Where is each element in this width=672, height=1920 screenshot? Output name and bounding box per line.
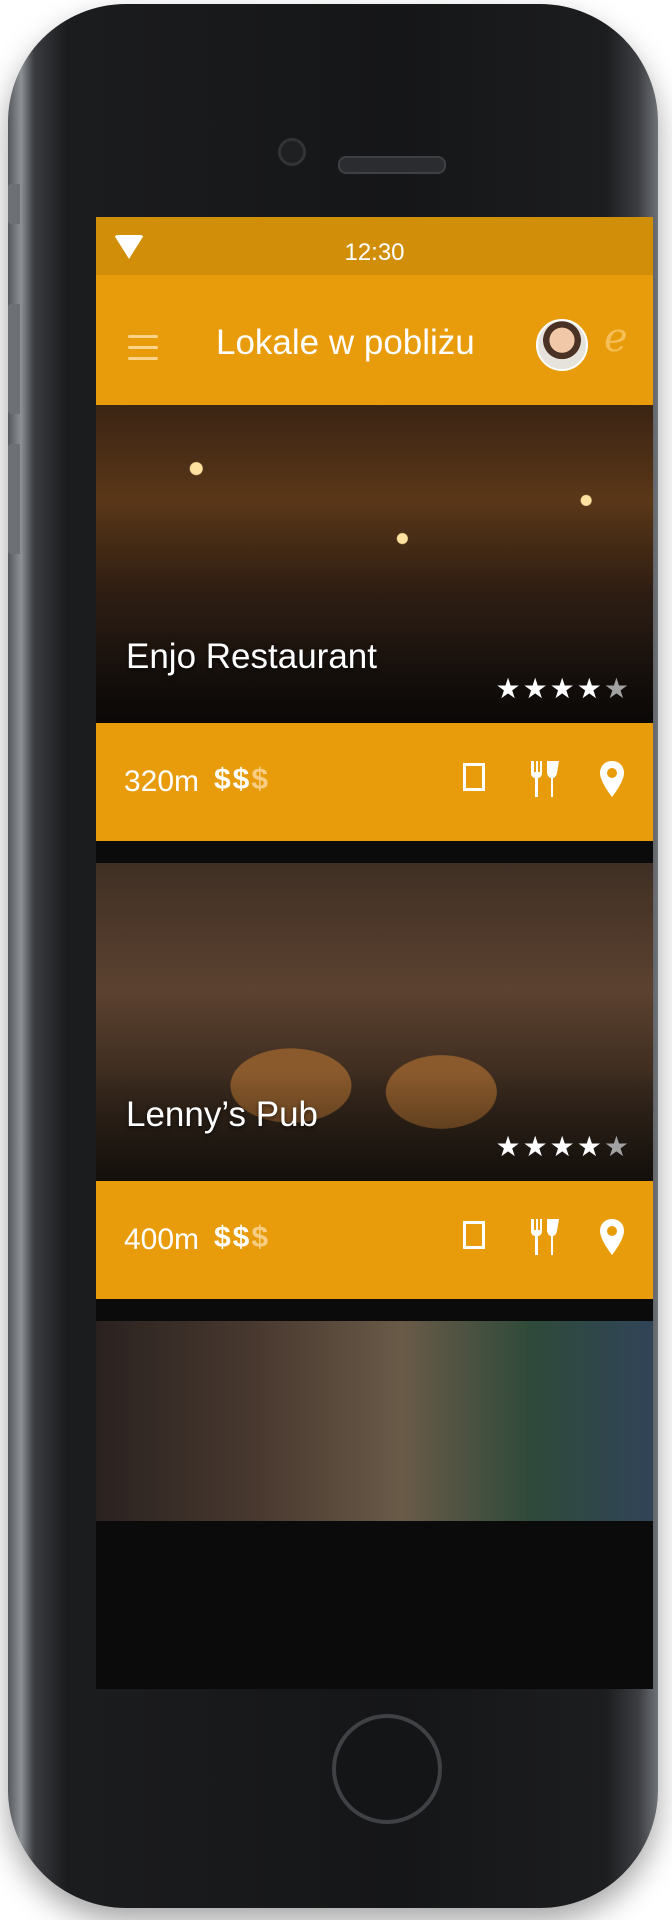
- rating-stars: ★★★★★: [495, 1130, 631, 1163]
- cutlery-icon[interactable]: [527, 759, 561, 799]
- phone-frame: 12:30 Lokale w pobliżu e Enjo Restaurant…: [8, 4, 658, 1908]
- star-icon: ★: [522, 673, 550, 704]
- venue-card[interactable]: Lenny’s Pub ★★★★★ 400m $$$: [96, 863, 653, 1299]
- star-icon: ★: [603, 673, 631, 704]
- home-button[interactable]: [332, 1714, 442, 1824]
- star-icon: ★: [576, 1131, 604, 1162]
- star-icon: ★: [549, 1131, 577, 1162]
- venue-card[interactable]: Enjo Restaurant ★★★★★ 320m $$$: [96, 405, 653, 841]
- rating-stars: ★★★★★: [495, 672, 631, 705]
- venue-name: Enjo Restaurant: [126, 637, 377, 676]
- menu-book-icon[interactable]: [459, 759, 493, 799]
- venue-info-bar: 320m $$$: [96, 723, 653, 841]
- venue-photo: Lenny’s Pub ★★★★★: [96, 863, 653, 1181]
- venue-photo: Enjo Restaurant ★★★★★: [96, 405, 653, 723]
- price-level: $$$: [214, 763, 271, 796]
- app-screen: 12:30 Lokale w pobliżu e Enjo Restaurant…: [96, 217, 653, 1689]
- map-pin-icon[interactable]: [595, 759, 629, 799]
- venue-card[interactable]: [96, 1321, 653, 1521]
- volume-down-button: [8, 444, 20, 554]
- venue-info-bar: 400m $$$: [96, 1181, 653, 1299]
- venue-distance: 320m: [124, 765, 200, 798]
- menu-book-icon[interactable]: [459, 1217, 493, 1257]
- star-icon: ★: [576, 673, 604, 704]
- price-level: $$$: [214, 1221, 271, 1254]
- map-pin-icon[interactable]: [595, 1217, 629, 1257]
- star-icon: ★: [495, 1131, 523, 1162]
- app-logo-icon: e: [604, 315, 628, 361]
- venue-name: Lenny’s Pub: [126, 1095, 319, 1134]
- star-icon: ★: [603, 1131, 631, 1162]
- volume-up-button: [8, 304, 20, 414]
- venue-list: Enjo Restaurant ★★★★★ 320m $$$ Lenny’s P…: [96, 405, 653, 1543]
- star-icon: ★: [549, 673, 577, 704]
- earpiece-speaker: [338, 156, 446, 174]
- front-camera: [278, 138, 306, 166]
- star-icon: ★: [495, 673, 523, 704]
- cutlery-icon[interactable]: [527, 1217, 561, 1257]
- hamburger-menu-icon[interactable]: [128, 335, 158, 360]
- venue-distance: 400m: [124, 1223, 200, 1256]
- venue-photo: [96, 1321, 653, 1521]
- page-title: Lokale w pobliżu: [216, 323, 475, 362]
- mute-switch: [8, 184, 20, 224]
- status-bar: 12:30: [96, 217, 653, 275]
- star-icon: ★: [522, 1131, 550, 1162]
- status-time: 12:30: [344, 239, 405, 266]
- avatar[interactable]: [536, 319, 588, 371]
